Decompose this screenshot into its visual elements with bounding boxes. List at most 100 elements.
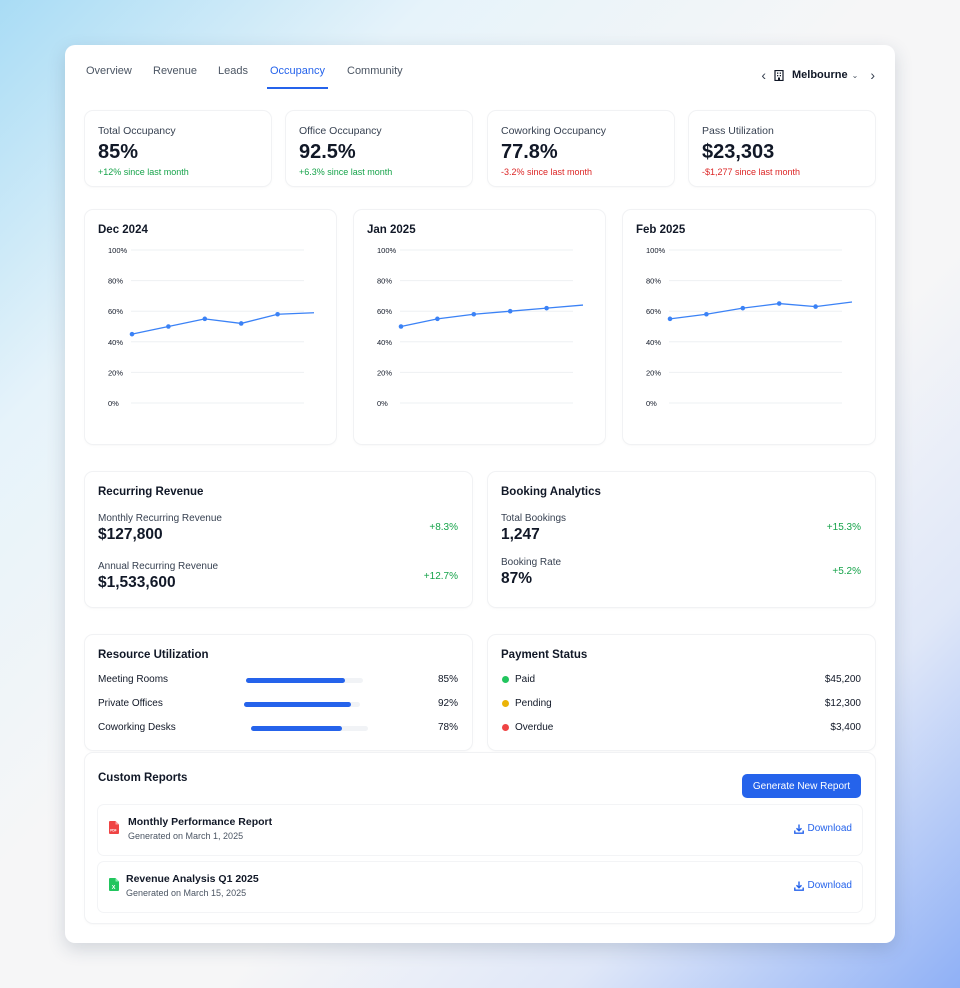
stat-change: +6.3% since last month bbox=[299, 167, 393, 177]
section-title: Recurring Revenue bbox=[98, 486, 204, 498]
stat-value: 92.5% bbox=[299, 141, 356, 163]
report-item: X Revenue Analysis Q1 2025 Generated on … bbox=[98, 862, 862, 912]
data-point bbox=[544, 305, 549, 311]
total-bookings-label: Total Bookings bbox=[501, 513, 567, 524]
top-nav: Overview Revenue Leads Occupancy Communi… bbox=[85, 65, 875, 95]
arr-value: $1,533,600 bbox=[98, 574, 176, 591]
chevron-down-icon[interactable]: ⌄ bbox=[852, 71, 859, 80]
location-switcher: ‹ Melbourne ⌄ › bbox=[761, 67, 875, 83]
location-select[interactable]: Melbourne bbox=[792, 69, 848, 81]
chevron-right-icon[interactable]: › bbox=[870, 67, 875, 83]
chevron-left-icon[interactable]: ‹ bbox=[761, 67, 766, 83]
chart-card-dec-2024: Dec 2024 100% 80% 60% 40% 20% 0% bbox=[85, 210, 336, 444]
report-date: Generated on March 1, 2025 bbox=[128, 831, 244, 841]
download-icon bbox=[793, 824, 804, 834]
y-tick-label: 40% bbox=[108, 338, 123, 347]
y-tick-label: 100% bbox=[646, 246, 666, 255]
data-point bbox=[398, 324, 404, 329]
resource-progress-fill bbox=[251, 726, 343, 731]
generate-report-button[interactable]: Generate New Report bbox=[742, 774, 861, 798]
y-tick-label: 100% bbox=[377, 246, 397, 255]
tab-leads[interactable]: Leads bbox=[218, 65, 248, 87]
resource-progress-fill bbox=[246, 678, 346, 683]
tab-revenue[interactable]: Revenue bbox=[153, 65, 197, 87]
section-title: Payment Status bbox=[501, 649, 588, 661]
arr-change: +12.7% bbox=[423, 571, 458, 582]
report-title: Monthly Performance Report bbox=[128, 816, 273, 828]
mrr-label: Monthly Recurring Revenue bbox=[98, 513, 222, 524]
payment-amount: $3,400 bbox=[830, 722, 861, 733]
resource-percent: 85% bbox=[437, 674, 458, 685]
mrr-value: $127,800 bbox=[98, 526, 163, 543]
y-tick-label: 40% bbox=[646, 338, 661, 347]
resource-label: Coworking Desks bbox=[98, 722, 176, 733]
booking-rate-label: Booking Rate bbox=[501, 557, 562, 568]
payment-label: Overdue bbox=[515, 722, 554, 733]
section-title: Resource Utilization bbox=[98, 649, 209, 661]
y-tick-label: 20% bbox=[377, 368, 392, 377]
stat-value: 85% bbox=[98, 141, 139, 163]
data-point bbox=[507, 308, 513, 314]
line-chart-feb-2025: 100% 80% 60% 40% 20% 0% bbox=[646, 246, 853, 408]
data-point bbox=[129, 331, 135, 337]
status-dot-pending bbox=[502, 700, 509, 707]
y-tick-label: 60% bbox=[377, 307, 392, 316]
data-point bbox=[471, 311, 477, 317]
y-tick-label: 0% bbox=[646, 399, 657, 408]
payment-amount: $45,200 bbox=[824, 674, 861, 685]
stat-change: -3.2% since last month bbox=[501, 167, 593, 177]
payment-amount: $12,300 bbox=[824, 698, 861, 709]
tab-overview[interactable]: Overview bbox=[86, 65, 132, 87]
svg-text:PDF: PDF bbox=[110, 829, 116, 833]
building-icon bbox=[774, 69, 784, 81]
stat-card-total-occupancy: Total Occupancy 85% +12% since last mont… bbox=[85, 111, 271, 186]
booking-analytics-card: Booking Analytics Total Bookings 1,247 +… bbox=[488, 472, 875, 607]
data-point bbox=[435, 316, 440, 322]
svg-text:X: X bbox=[112, 885, 116, 891]
download-link[interactable]: Download bbox=[793, 823, 852, 834]
data-point bbox=[275, 311, 280, 317]
status-dot-paid bbox=[502, 676, 509, 683]
chart-card-jan-2025: Jan 2025 100% 80% 60% 40% 20% 0% bbox=[354, 210, 605, 444]
booking-rate-value: 87% bbox=[501, 570, 533, 587]
series-line bbox=[669, 301, 853, 320]
stat-card-coworking-occupancy: Coworking Occupancy 77.8% -3.2% since la… bbox=[488, 111, 674, 186]
data-point bbox=[667, 316, 673, 322]
payment-status-card: Payment Status Paid $45,200 Pending $12,… bbox=[488, 635, 875, 750]
series-line bbox=[131, 312, 315, 335]
data-point bbox=[238, 321, 244, 326]
booking-rate-change: +5.2% bbox=[832, 566, 861, 577]
payment-label: Paid bbox=[515, 674, 536, 685]
total-bookings-change: +15.3% bbox=[826, 522, 861, 533]
y-tick-label: 60% bbox=[646, 307, 661, 316]
report-title: Revenue Analysis Q1 2025 bbox=[126, 873, 259, 885]
resource-progress-track bbox=[246, 678, 363, 683]
resource-percent: 78% bbox=[437, 722, 458, 733]
download-link[interactable]: Download bbox=[793, 880, 852, 891]
series-line bbox=[400, 304, 584, 328]
stat-card-office-occupancy: Office Occupancy 92.5% +6.3% since last … bbox=[286, 111, 472, 186]
y-tick-label: 100% bbox=[108, 246, 128, 255]
stat-label: Office Occupancy bbox=[299, 125, 382, 137]
tab-community[interactable]: Community bbox=[347, 65, 403, 87]
line-chart-jan-2025: 100% 80% 60% 40% 20% 0% bbox=[377, 246, 584, 408]
y-tick-label: 0% bbox=[108, 399, 119, 408]
custom-reports-card: Custom Reports Generate New Report PDF M… bbox=[85, 753, 875, 923]
data-point bbox=[202, 316, 208, 322]
y-tick-label: 80% bbox=[377, 277, 392, 286]
line-chart-dec-2024: 100% 80% 60% 40% 20% 0% bbox=[108, 246, 315, 408]
data-point bbox=[776, 301, 782, 306]
stat-change: +12% since last month bbox=[98, 167, 189, 177]
resource-progress-track bbox=[244, 702, 360, 707]
download-icon bbox=[793, 881, 804, 891]
download-label: Download bbox=[807, 823, 852, 834]
y-tick-label: 0% bbox=[377, 399, 388, 408]
total-bookings-value: 1,247 bbox=[501, 526, 540, 543]
download-label: Download bbox=[807, 880, 852, 891]
y-tick-label: 20% bbox=[646, 368, 661, 377]
tab-occupancy[interactable]: Occupancy bbox=[267, 65, 329, 89]
y-tick-label: 60% bbox=[108, 307, 123, 316]
data-point bbox=[813, 304, 818, 309]
report-date: Generated on March 15, 2025 bbox=[126, 888, 247, 898]
y-tick-label: 80% bbox=[108, 277, 123, 286]
